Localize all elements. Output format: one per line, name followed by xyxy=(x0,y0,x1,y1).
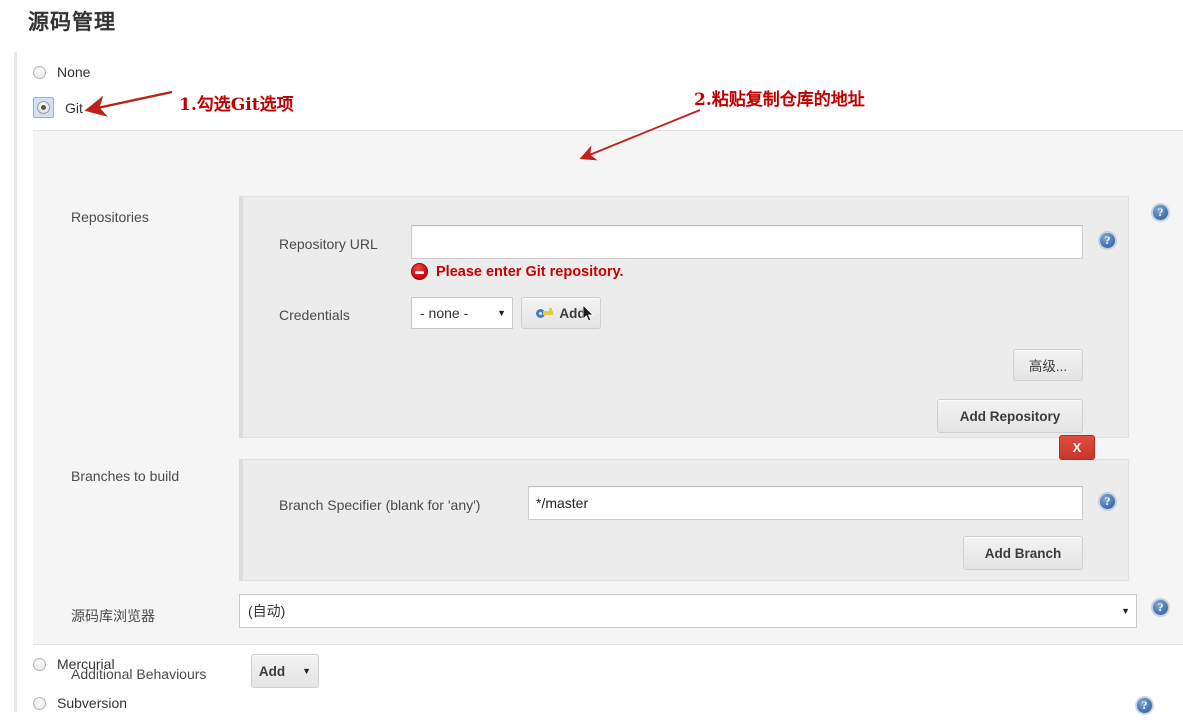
credentials-select[interactable]: - none - ▼ xyxy=(411,297,513,329)
add-branch-button[interactable]: Add Branch xyxy=(963,536,1083,570)
repository-browser-label: 源码库浏览器 xyxy=(71,608,155,624)
additional-behaviours-add-button[interactable]: Add ▼ xyxy=(251,654,319,688)
radio-git-focus-ring xyxy=(33,97,54,118)
delete-branch-button[interactable]: X xyxy=(1059,435,1095,460)
radio-git-icon[interactable] xyxy=(37,101,50,114)
radio-none-icon[interactable] xyxy=(33,65,46,79)
page-title: 源码管理 xyxy=(28,11,116,34)
repository-url-help-icon[interactable]: ? xyxy=(1099,232,1116,249)
radio-mercurial-icon[interactable] xyxy=(33,657,46,671)
add-branch-label: Add Branch xyxy=(984,545,1062,561)
repositories-help-icon[interactable]: ? xyxy=(1152,204,1169,221)
scm-option-mercurial-label: Mercurial xyxy=(57,656,115,672)
add-repository-label: Add Repository xyxy=(959,408,1061,424)
repository-browser-help-icon[interactable]: ? xyxy=(1152,599,1169,616)
advanced-label: 高级... xyxy=(1028,359,1068,374)
chevron-down-icon: ▼ xyxy=(1121,605,1130,616)
credentials-label: Credentials xyxy=(279,307,350,323)
delete-branch-label: X xyxy=(1072,440,1082,455)
scm-option-git[interactable]: Git xyxy=(33,97,83,118)
branch-specifier-input[interactable] xyxy=(528,486,1083,520)
repository-url-input[interactable] xyxy=(411,225,1083,259)
scm-option-none-label: None xyxy=(57,64,91,80)
chevron-down-icon: ▼ xyxy=(497,307,506,318)
repository-browser-select[interactable]: (自动) ▼ xyxy=(239,594,1137,628)
repository-url-error: Please enter Git repository. xyxy=(411,263,624,280)
git-settings-panel: Repositories Repository URL ? Please ent… xyxy=(33,130,1183,688)
repository-url-label: Repository URL xyxy=(279,236,378,252)
scm-option-subversion[interactable]: Subversion xyxy=(33,695,127,711)
subversion-help-icon[interactable]: ? xyxy=(1136,697,1153,714)
chevron-down-icon: ▼ xyxy=(302,665,312,676)
repository-browser-value: (自动) xyxy=(248,603,286,619)
branches-section-label: Branches to build xyxy=(71,468,180,484)
credentials-add-label: Add xyxy=(559,305,586,321)
advanced-button[interactable]: 高级... xyxy=(1013,349,1083,381)
key-icon xyxy=(536,307,554,319)
scm-config-page: 源码管理 None Git Repositories Repository UR… xyxy=(0,0,1183,727)
credentials-select-value: - none - xyxy=(420,305,469,321)
annotation-2-text: 2.粘贴复制仓库的地址 xyxy=(694,90,865,110)
repository-entry-box: Repository URL ? Please enter Git reposi… xyxy=(239,196,1129,438)
scm-option-git-label: Git xyxy=(65,99,83,116)
additional-behaviours-add-label: Add xyxy=(258,663,286,679)
branch-specifier-help-icon[interactable]: ? xyxy=(1099,493,1116,510)
scm-option-none[interactable]: None xyxy=(33,64,90,80)
add-repository-button[interactable]: Add Repository xyxy=(937,399,1083,433)
repositories-section-label: Repositories xyxy=(71,209,149,225)
repository-url-error-text: Please enter Git repository. xyxy=(436,263,624,280)
annotation-1-text: 1.勾选Git选项 xyxy=(179,95,294,115)
branch-entry-box: X Branch Specifier (blank for 'any') ? A… xyxy=(239,435,1129,581)
scm-option-mercurial[interactable]: Mercurial xyxy=(33,656,115,672)
radio-subversion-icon[interactable] xyxy=(33,696,46,710)
error-icon xyxy=(411,263,428,280)
branch-specifier-label: Branch Specifier (blank for 'any') xyxy=(279,497,481,513)
scm-section: None Git Repositories Repository URL ? P… xyxy=(14,52,1183,714)
scm-option-subversion-label: Subversion xyxy=(57,695,128,711)
mouse-cursor-icon xyxy=(583,305,594,322)
